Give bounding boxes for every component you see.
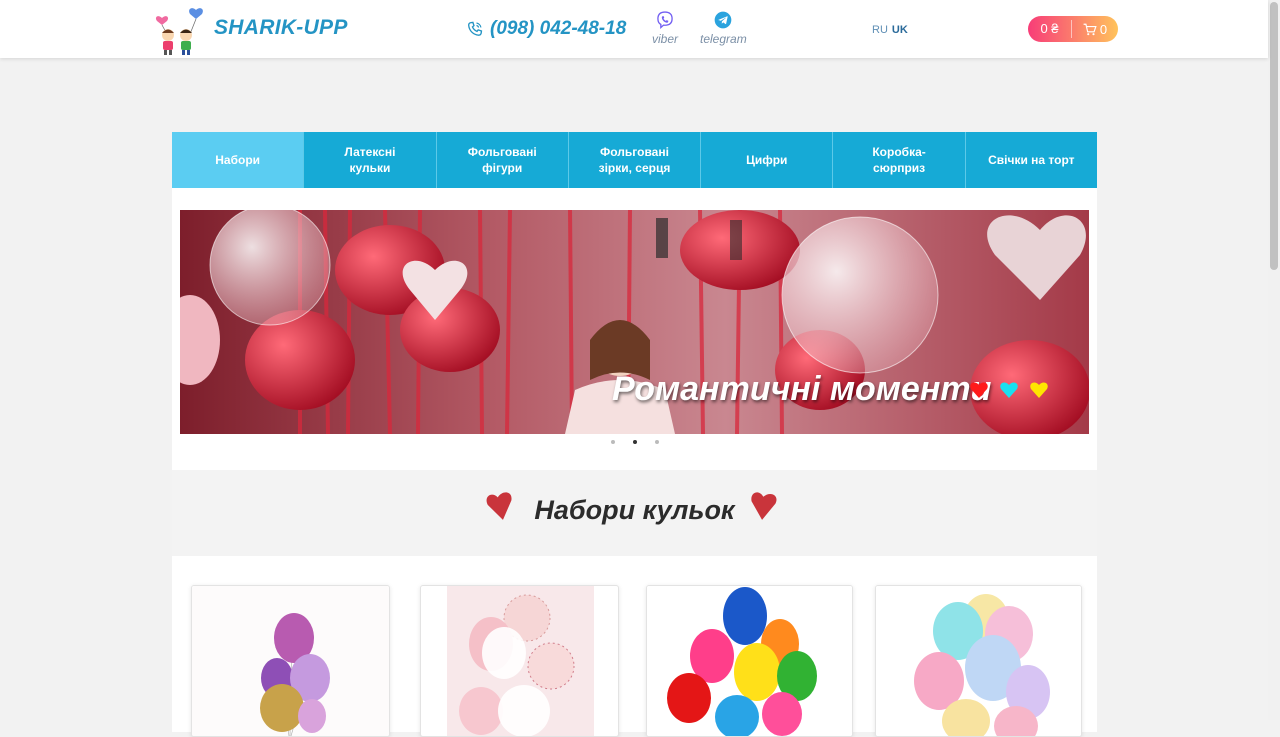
phone-icon — [468, 21, 483, 36]
phone-link[interactable]: (098) 042-48-18 — [466, 18, 626, 40]
product-card[interactable] — [875, 585, 1082, 737]
phone-number: (098) 042-48-18 — [490, 18, 627, 39]
product-image-chrome-balloons — [192, 586, 389, 736]
nav-item-latex-balloons[interactable]: Латексні кульки — [304, 132, 437, 188]
logo-kids-balloons-icon[interactable] — [152, 4, 208, 56]
nav-item-cake-candles[interactable]: Свічки на торт — [965, 132, 1097, 188]
language-switcher: RU UK — [872, 24, 908, 36]
nav-item-foil-stars-hearts[interactable]: Фольговані зірки, серця — [568, 132, 702, 188]
scrollbar-thumb[interactable] — [1270, 2, 1278, 270]
viber-icon — [657, 11, 673, 29]
telegram-label: telegram — [700, 32, 747, 46]
logo-text[interactable]: SHARIK-UPP — [214, 16, 348, 40]
cart-count: 0 — [1099, 21, 1108, 37]
telegram-link[interactable]: telegram — [700, 10, 747, 46]
nav-item-sets[interactable]: Набори — [172, 132, 305, 188]
telegram-icon — [715, 11, 732, 29]
cart-button[interactable]: 0 ₴ 0 — [1028, 16, 1118, 42]
category-nav: Набори Латексні кульки Фольговані фігури… — [172, 132, 1097, 188]
cart-sum: 0 ₴ — [1028, 20, 1072, 38]
section-title: Набори кульок — [534, 495, 735, 525]
site-header: SHARIK-UPP (098) 042-48-18 viber telegra… — [0, 0, 1268, 58]
viber-label: viber — [652, 32, 679, 46]
product-card[interactable] — [420, 585, 619, 737]
product-image-pink-confetti-balloons — [447, 586, 594, 736]
section-header: Набори кульок — [172, 470, 1097, 556]
product-image-colorful-balloons — [647, 586, 852, 736]
lang-ru-link[interactable]: RU — [872, 24, 888, 36]
page-scrollbar[interactable] — [1268, 0, 1280, 720]
slider-dots — [172, 440, 1097, 444]
product-card[interactable] — [646, 585, 853, 737]
main-content: Набори Латексні кульки Фольговані фігури… — [172, 132, 1097, 737]
hero-slider[interactable]: Романтичні моменти — [180, 210, 1089, 434]
nav-item-surprise-box[interactable]: Коробка-сюрприз — [833, 132, 966, 188]
slider-dot[interactable] — [654, 440, 659, 444]
nav-item-foil-figures[interactable]: Фольговані фігури — [436, 132, 569, 188]
product-image-pastel-balloons — [876, 586, 1081, 736]
hearts-decor-icon — [970, 382, 1048, 398]
lang-uk-link[interactable]: UK — [892, 24, 908, 36]
nav-item-numbers[interactable]: Цифри — [701, 132, 834, 188]
slider-dot-active[interactable] — [632, 440, 637, 444]
product-card[interactable] — [191, 585, 390, 737]
heart-icon — [751, 492, 777, 520]
viber-link[interactable]: viber — [652, 10, 678, 46]
slider-dot[interactable] — [610, 440, 615, 444]
cart-count-wrap: 0 — [1072, 22, 1118, 37]
banner-caption: Романтичні моменти — [612, 370, 992, 408]
cart-icon — [1083, 23, 1097, 35]
